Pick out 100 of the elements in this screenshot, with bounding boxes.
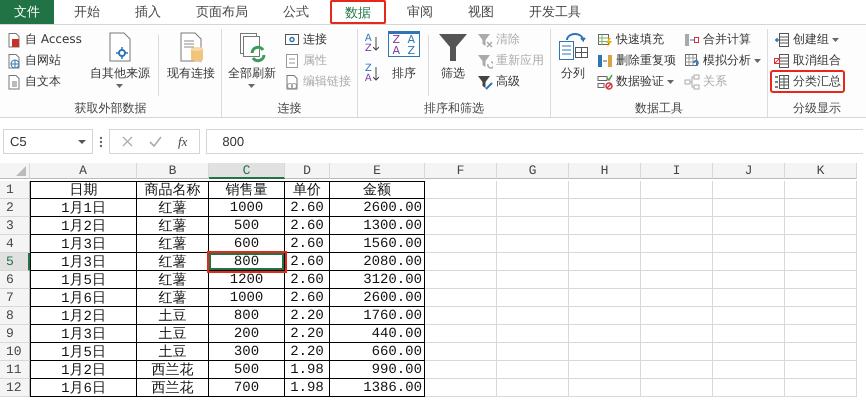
table-cell[interactable]: 红薯 <box>137 235 209 253</box>
table-cell[interactable]: 1月3日 <box>30 253 137 271</box>
table-cell[interactable]: 红薯 <box>137 217 209 235</box>
table-cell[interactable] <box>497 361 569 379</box>
column-header[interactable]: E <box>330 163 425 179</box>
ribbon-tab[interactable]: 数据 <box>330 0 386 24</box>
table-cell[interactable] <box>569 289 641 307</box>
table-cell[interactable] <box>569 217 641 235</box>
table-cell[interactable]: 990.00 <box>330 361 425 379</box>
table-cell[interactable] <box>497 217 569 235</box>
table-cell[interactable] <box>641 325 713 343</box>
ribbon-button[interactable]: 自其他来源 <box>86 29 153 100</box>
table-cell[interactable] <box>569 379 641 397</box>
table-cell[interactable]: 440.00 <box>330 325 425 343</box>
table-cell[interactable] <box>569 235 641 253</box>
table-cell[interactable] <box>785 181 857 199</box>
table-cell[interactable] <box>497 289 569 307</box>
table-cell[interactable] <box>785 307 857 325</box>
ribbon-button[interactable]: 创建组 <box>770 29 844 50</box>
ribbon-button[interactable]: 分列 <box>554 29 592 100</box>
table-cell[interactable] <box>425 235 497 253</box>
name-box[interactable]: C5 <box>3 129 93 154</box>
ribbon-tab[interactable]: 插入 <box>121 0 175 24</box>
table-cell[interactable]: 红薯 <box>137 271 209 289</box>
table-cell[interactable] <box>425 181 497 199</box>
table-cell[interactable]: 2.20 <box>285 307 330 325</box>
sort-button[interactable]: A Z <box>360 29 383 59</box>
row-header[interactable]: 10 <box>0 343 30 361</box>
table-cell[interactable] <box>569 361 641 379</box>
table-cell[interactable] <box>497 235 569 253</box>
table-cell[interactable] <box>713 307 785 325</box>
table-cell[interactable]: 200 <box>209 325 285 343</box>
table-cell[interactable] <box>713 361 785 379</box>
table-cell[interactable]: 商品名称 <box>137 181 209 199</box>
row-header[interactable]: 6 <box>0 271 30 289</box>
table-cell[interactable] <box>641 217 713 235</box>
table-cell[interactable]: 600 <box>209 235 285 253</box>
more-icon[interactable] <box>99 136 103 148</box>
column-header[interactable]: B <box>137 163 209 179</box>
table-cell[interactable]: 1月3日 <box>30 325 137 343</box>
table-cell[interactable] <box>785 289 857 307</box>
table-cell[interactable] <box>425 271 497 289</box>
ribbon-button[interactable]: 分类汇总 <box>770 71 844 92</box>
table-cell[interactable]: 1月2日 <box>30 307 137 325</box>
check-icon[interactable] <box>149 136 162 147</box>
table-cell[interactable]: 1386.00 <box>330 379 425 397</box>
sort-button[interactable]: Z A A Z 排序 <box>384 29 423 100</box>
column-header[interactable]: C <box>209 163 285 179</box>
table-cell[interactable] <box>497 181 569 199</box>
table-cell[interactable] <box>785 217 857 235</box>
table-cell[interactable] <box>713 343 785 361</box>
table-cell[interactable]: 1月3日 <box>30 235 137 253</box>
sort-button[interactable]: Z A <box>360 59 383 89</box>
table-cell[interactable]: 红薯 <box>137 199 209 217</box>
table-cell[interactable] <box>425 199 497 217</box>
table-cell[interactable] <box>425 361 497 379</box>
ribbon-button[interactable]: 自 Access <box>3 29 85 50</box>
ribbon-button[interactable]: 合并计算 <box>680 29 764 50</box>
table-cell[interactable] <box>497 307 569 325</box>
ribbon-button[interactable]: 模拟分析 <box>680 50 764 71</box>
table-cell[interactable] <box>569 325 641 343</box>
table-cell[interactable] <box>713 235 785 253</box>
table-cell[interactable]: 1000 <box>209 289 285 307</box>
table-cell[interactable]: 2600.00 <box>330 199 425 217</box>
table-cell[interactable] <box>785 361 857 379</box>
table-cell[interactable]: 2.20 <box>285 325 330 343</box>
table-cell[interactable]: 300 <box>209 343 285 361</box>
table-cell[interactable]: 2.60 <box>285 235 330 253</box>
ribbon-tab[interactable]: 开发工具 <box>515 0 595 24</box>
table-cell[interactable] <box>569 271 641 289</box>
ribbon-tab[interactable]: 审阅 <box>393 0 447 24</box>
table-cell[interactable]: 2.60 <box>285 199 330 217</box>
table-cell[interactable] <box>425 379 497 397</box>
table-cell[interactable]: 1300.00 <box>330 217 425 235</box>
ribbon-tab[interactable]: 页面布局 <box>182 0 262 24</box>
table-cell[interactable] <box>641 307 713 325</box>
table-cell[interactable] <box>641 361 713 379</box>
ribbon-button[interactable]: 删除重复项 <box>594 50 679 71</box>
ribbon-button[interactable]: 自网站 <box>3 50 85 71</box>
table-cell[interactable] <box>641 289 713 307</box>
table-cell[interactable]: 500 <box>209 361 285 379</box>
table-cell[interactable] <box>785 379 857 397</box>
table-cell[interactable]: 2.60 <box>285 253 330 271</box>
ribbon-button[interactable]: 取消组合 <box>770 50 844 71</box>
cancel-icon[interactable] <box>122 136 133 147</box>
insert-function-button[interactable]: fx <box>178 134 188 150</box>
column-header[interactable]: G <box>497 163 569 179</box>
table-cell[interactable]: 2.60 <box>285 271 330 289</box>
table-cell[interactable] <box>425 307 497 325</box>
table-cell[interactable]: 660.00 <box>330 343 425 361</box>
formula-input[interactable]: 800 <box>206 129 863 154</box>
ribbon-button[interactable]: 数据验证 <box>594 71 679 92</box>
table-cell[interactable]: 金额 <box>330 181 425 199</box>
table-cell[interactable] <box>785 325 857 343</box>
ribbon-button[interactable]: 高级 <box>474 71 547 92</box>
table-cell[interactable] <box>641 181 713 199</box>
table-cell[interactable] <box>785 343 857 361</box>
table-cell[interactable] <box>713 199 785 217</box>
row-header[interactable]: 2 <box>0 199 30 217</box>
table-cell[interactable]: 1月1日 <box>30 199 137 217</box>
